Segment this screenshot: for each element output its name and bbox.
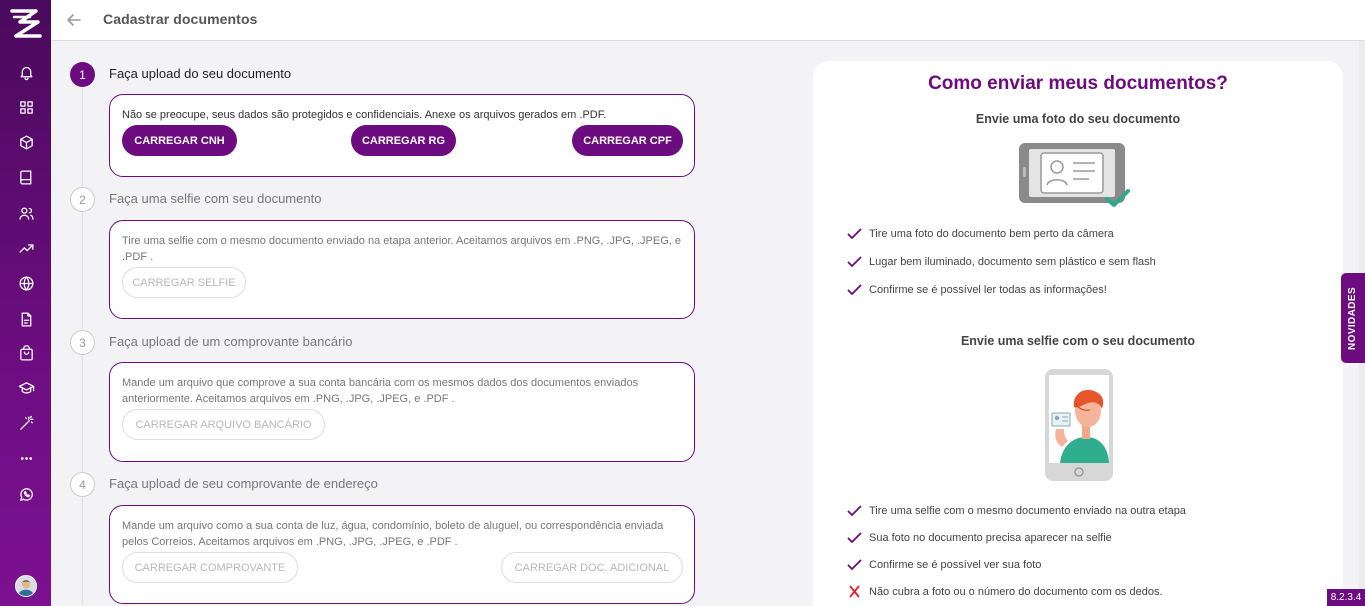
book-icon[interactable] [15, 166, 37, 188]
tip-text: Sua foto no documento precisa aparecer n… [869, 531, 1112, 544]
tip-row: Sua foto no documento precisa aparecer n… [847, 531, 1112, 544]
step-1-card: Não se preocupe, seus dados são protegid… [109, 94, 695, 177]
step-connector [82, 87, 83, 188]
top-header: Cadastrar documentos [51, 0, 1365, 41]
selfie-illustration [1045, 369, 1113, 481]
section-1-subtitle: Envie uma foto do seu documento [975, 112, 1181, 126]
upload-selfie-button[interactable]: CARREGAR SELFIE [122, 267, 246, 298]
step-connector [82, 212, 83, 329]
trending-icon[interactable] [15, 237, 37, 259]
tip-row: Tire uma foto do documento bem perto da … [847, 227, 1114, 240]
avatar[interactable] [15, 575, 37, 597]
upload-cnh-button[interactable]: CARREGAR CNH [122, 125, 237, 156]
checkmark-icon [847, 559, 862, 571]
close-icon [849, 585, 860, 598]
upload-bank-file-button[interactable]: CARREGAR ARQUIVO BANCÁRIO [122, 409, 325, 440]
upload-proof-button[interactable]: CARREGAR COMPROVANTE [122, 552, 298, 583]
step-3-title: Faça upload de um comprovante bancário [109, 334, 353, 349]
instructions-panel: Como enviar meus documentos? Envie uma f… [813, 61, 1343, 606]
grid-icon[interactable] [15, 96, 37, 118]
tip-text: Tire uma selfie com o mesmo documento en… [869, 504, 1186, 517]
step-4-card: Mande um arquivo como a sua conta de luz… [109, 505, 695, 604]
logo-icon[interactable] [8, 5, 44, 41]
step-2-number: 2 [70, 187, 95, 212]
tip-text: Tire uma foto do documento bem perto da … [869, 227, 1114, 240]
magic-wand-icon[interactable] [15, 412, 37, 434]
graduation-icon[interactable] [15, 377, 37, 399]
page-title: Cadastrar documentos [103, 11, 258, 27]
version-badge: 8.2.3.4 [1327, 589, 1365, 606]
box-icon[interactable] [15, 131, 37, 153]
checkmark-icon [847, 284, 862, 296]
step-2-title: Faça uma selfie com seu documento [109, 191, 322, 206]
more-icon[interactable] [15, 447, 37, 469]
warning-row: Não cubra a foto ou o número do document… [847, 585, 1163, 598]
file-icon[interactable] [15, 308, 37, 330]
step-4-title: Faça upload de seu comprovante de endere… [109, 476, 378, 491]
news-tab[interactable]: NOVIDADES [1341, 273, 1365, 363]
news-tab-label: NOVIDADES [1347, 286, 1359, 350]
checkmark-icon [847, 256, 862, 268]
document-photo-illustration [1019, 143, 1130, 207]
step-4-description: Mande um arquivo como a sua conta de luz… [122, 520, 664, 548]
step-4-number: 4 [70, 472, 95, 497]
step-2-card: Tire uma selfie com o mesmo documento en… [109, 220, 695, 319]
tip-row: Confirme se é possível ver sua foto [847, 558, 1041, 571]
users-icon[interactable] [15, 202, 37, 224]
step-connector [82, 355, 83, 472]
upload-additional-doc-button[interactable]: CARREGAR DOC. ADICIONAL [501, 552, 683, 583]
tip-row: Confirme se é possível ler todas as info… [847, 283, 1107, 296]
checkmark-icon [847, 505, 862, 517]
step-3-card: Mande um arquivo que comprove a sua cont… [109, 362, 695, 462]
bell-icon[interactable] [15, 61, 37, 83]
panel-title: Como enviar meus documentos? [928, 73, 1228, 94]
tip-row: Lugar bem iluminado, documento sem plást… [847, 255, 1156, 268]
step-1-number: 1 [70, 62, 95, 87]
arrow-left-icon[interactable] [64, 10, 84, 30]
step-1-description: Não se preocupe, seus dados são protegid… [122, 109, 607, 121]
step-2-description: Tire uma selfie com o mesmo documento en… [122, 235, 682, 263]
upload-rg-button[interactable]: CARREGAR RG [351, 125, 456, 156]
bag-icon[interactable] [15, 342, 37, 364]
tip-text: Não cubra a foto ou o número do document… [869, 585, 1163, 598]
step-1-title: Faça upload do seu documento [109, 66, 292, 81]
upload-cpf-button[interactable]: CARREGAR CPF [572, 125, 683, 156]
checkmark-icon [847, 228, 862, 240]
step-3-number: 3 [70, 330, 95, 355]
checkmark-icon [847, 532, 862, 544]
step-connector [82, 497, 83, 606]
tip-text: Lugar bem iluminado, documento sem plást… [869, 255, 1156, 268]
sidebar [0, 0, 51, 606]
globe-icon[interactable] [15, 272, 37, 294]
tip-text: Confirme se é possível ver sua foto [869, 558, 1042, 571]
tip-text: Confirme se é possível ler todas as info… [869, 283, 1107, 296]
tip-row: Tire uma selfie com o mesmo documento en… [847, 504, 1186, 517]
whatsapp-icon[interactable] [15, 483, 37, 505]
step-3-description: Mande um arquivo que comprove a sua cont… [122, 377, 639, 405]
section-2-subtitle: Envie uma selfie com o seu documento [960, 334, 1196, 348]
